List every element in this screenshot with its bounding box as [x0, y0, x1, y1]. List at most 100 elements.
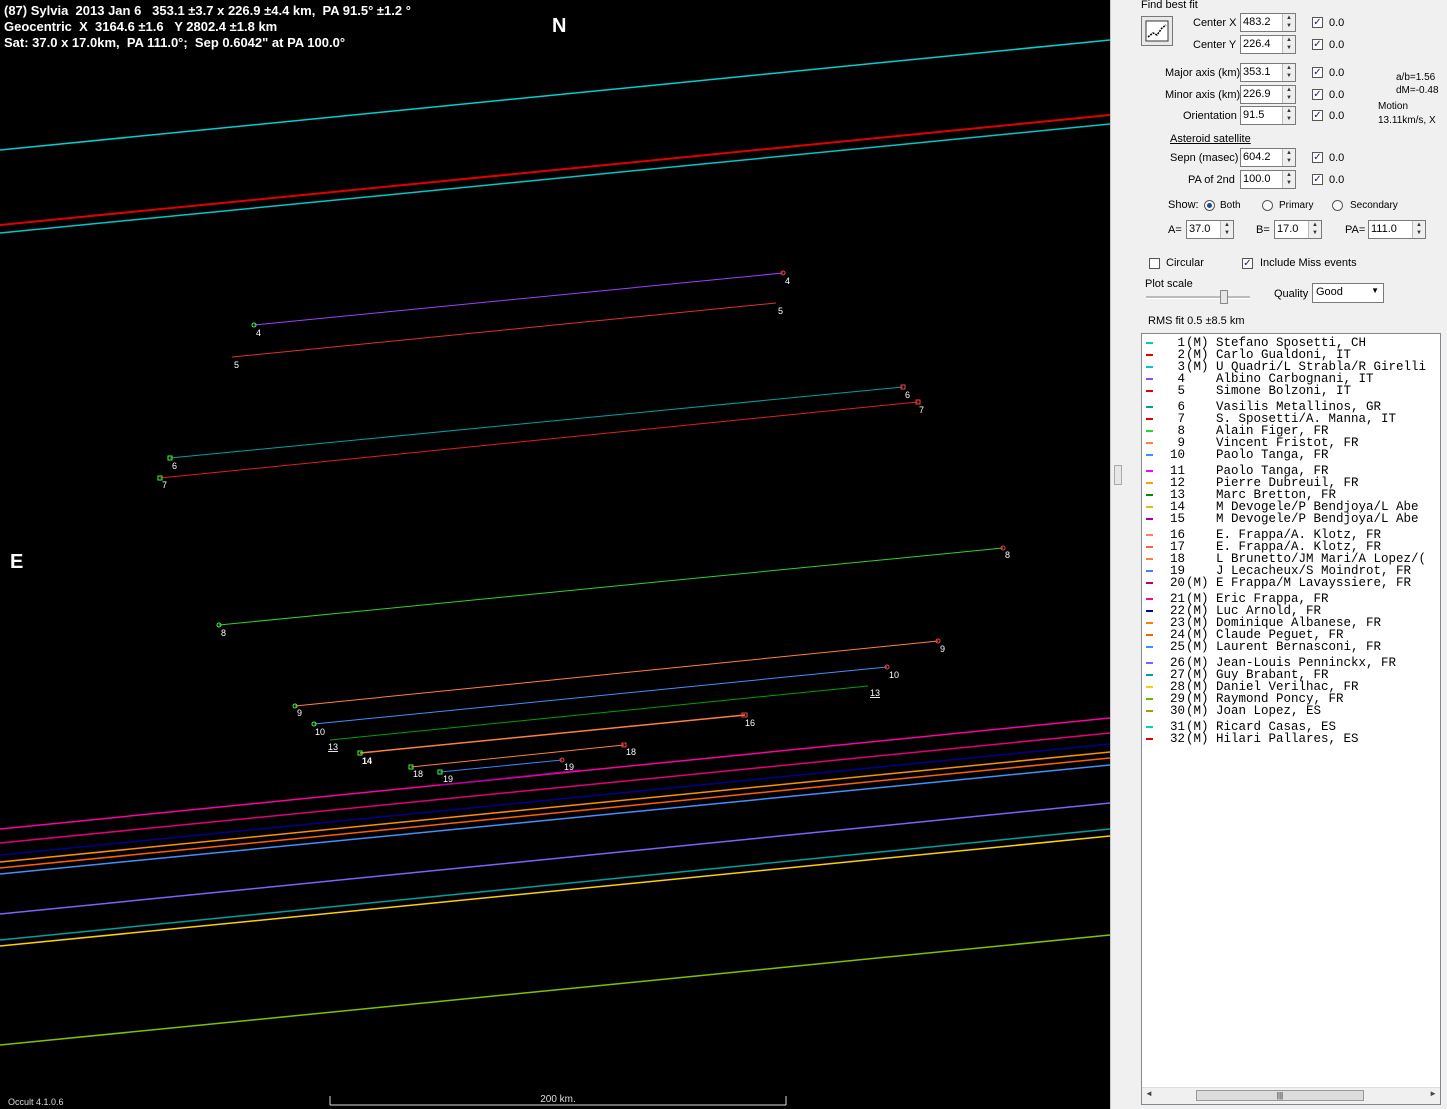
observer-list[interactable]: 1 (M) Stefano Sposetti, CH 2 (M) Carlo Gualdo…	[1141, 333, 1441, 1105]
observer-row-32[interactable]: 32 (M) Hilari Pallares, ES	[1142, 733, 1440, 745]
observer-row-5[interactable]: 5 Simone Bolzoni, IT	[1142, 385, 1440, 397]
major-axis-input[interactable]: 353.1 ▲ ▼	[1240, 63, 1296, 82]
spin-arrows-icon[interactable]: ▲ ▼	[1282, 107, 1295, 124]
panel-splitter[interactable]	[1110, 0, 1139, 1109]
b-input[interactable]: 17.0 ▲ ▼	[1274, 220, 1322, 239]
miss-line-1	[0, 123, 1110, 234]
center-y-checkbox[interactable]: ✓	[1312, 39, 1323, 50]
observer-row-20[interactable]: 20 (M) E Frappa/M Lavayssiere, FR	[1142, 577, 1440, 589]
sepn-label: Sepn (masec)	[1170, 152, 1239, 164]
center-x-input[interactable]: 483.2 ▲ ▼	[1240, 13, 1296, 32]
chord-label-19a: 19	[443, 774, 453, 784]
spin-arrows-icon[interactable]: ▲ ▼	[1282, 36, 1295, 53]
a-input[interactable]: 37.0 ▲ ▼	[1186, 220, 1234, 239]
observer-color-swatch	[1146, 710, 1153, 712]
spin-arrows-icon[interactable]: ▲ ▼	[1282, 171, 1295, 188]
observer-name: Laurent Bernasconi, FR	[1216, 640, 1382, 654]
observer-miss-flag: (M)	[1186, 732, 1209, 746]
plot-scale-thumb[interactable]	[1220, 290, 1228, 304]
rms-fit-label: RMS fit 0.5 ±8.5 km	[1148, 315, 1245, 327]
spin-arrows-icon[interactable]: ▲ ▼	[1412, 221, 1425, 238]
orientation-input[interactable]: 91.5 ▲ ▼	[1240, 106, 1296, 125]
spin-arrows-icon[interactable]: ▲ ▼	[1282, 149, 1295, 166]
observer-row-10[interactable]: 10 Paolo Tanga, FR	[1142, 449, 1440, 461]
observer-color-swatch	[1146, 646, 1153, 648]
sepn-input[interactable]: 604.2 ▲ ▼	[1240, 148, 1296, 167]
spin-arrows-icon[interactable]: ▲ ▼	[1308, 221, 1321, 238]
observer-color-swatch	[1146, 546, 1153, 548]
center-x-checkbox[interactable]: ✓	[1312, 17, 1323, 28]
chord-10: 10 10	[311, 664, 899, 737]
delta-magnitude: dM=-0.48	[1396, 85, 1439, 96]
observer-color-swatch	[1146, 662, 1153, 664]
scroll-left-icon[interactable]: ◄	[1145, 1089, 1153, 1098]
observer-color-swatch	[1146, 534, 1153, 536]
chord-label-18b: 18	[626, 747, 636, 757]
find-best-fit-button[interactable]	[1141, 16, 1173, 46]
show-both-label: Both	[1220, 200, 1241, 211]
center-y-value: 226.4	[1243, 38, 1271, 50]
fit-panel: Find best fit Center X 483.2 ▲ ▼ ✓ 0.0 Cen…	[1138, 0, 1447, 1109]
observer-color-swatch	[1146, 582, 1153, 584]
center-y-input[interactable]: 226.4 ▲ ▼	[1240, 35, 1296, 54]
observer-color-swatch	[1146, 354, 1153, 356]
observer-color-swatch	[1146, 506, 1153, 508]
pa2-value: 100.0	[1243, 173, 1271, 185]
quality-select[interactable]: Good ▼	[1312, 283, 1384, 303]
observer-row-25[interactable]: 25 (M) Laurent Bernasconi, FR	[1142, 641, 1440, 653]
spin-arrows-icon[interactable]: ▲ ▼	[1220, 221, 1233, 238]
observer-number: 5	[1177, 384, 1185, 398]
circular-checkbox[interactable]	[1149, 258, 1160, 269]
version-label: Occult 4.1.0.6	[8, 1097, 64, 1107]
pa2-input[interactable]: 100.0 ▲ ▼	[1240, 170, 1296, 189]
center-x-label: Center X	[1193, 17, 1237, 29]
dropdown-arrow-icon[interactable]: ▼	[1371, 286, 1379, 295]
splitter-grip[interactable]	[1114, 465, 1122, 485]
spin-arrows-icon[interactable]: ▲ ▼	[1282, 86, 1295, 103]
minor-axis-checkbox[interactable]: ✓	[1312, 89, 1323, 100]
chord-label-5b: 5	[778, 306, 783, 316]
plot-satellite: Sat: 37.0 x 17.0km, PA 111.0°; Sep 0.604…	[4, 35, 346, 50]
minor-axis-value: 226.9	[1243, 88, 1271, 100]
spin-arrows-icon[interactable]: ▲ ▼	[1282, 14, 1295, 31]
horizontal-scrollbar[interactable]: ◄ ||| ►	[1142, 1087, 1440, 1104]
observer-name: Hilari Pallares, ES	[1216, 732, 1359, 746]
observer-color-swatch	[1146, 454, 1153, 456]
observer-row-15[interactable]: 15 M Devogele/P Bendjoya/L Abe	[1142, 513, 1440, 525]
chord-label-8a: 8	[221, 628, 226, 638]
orientation-checkbox[interactable]: ✓	[1312, 110, 1323, 121]
observer-number: 10	[1169, 448, 1185, 462]
show-primary-radio[interactable]	[1262, 200, 1273, 211]
pa-input[interactable]: 111.0 ▲ ▼	[1368, 220, 1426, 239]
orientation-delta: 0.0	[1329, 110, 1345, 122]
plot-scale-slider[interactable]	[1146, 290, 1250, 304]
chord-label-10a: 10	[315, 727, 325, 737]
chord-14: 14 16	[357, 712, 755, 766]
minor-axis-input[interactable]: 226.9 ▲ ▼	[1240, 85, 1296, 104]
include-miss-checkbox[interactable]: ✓	[1242, 258, 1253, 269]
b-label: B=	[1256, 224, 1270, 236]
orientation-value: 91.5	[1243, 109, 1265, 121]
chord-label-13b: 13	[870, 688, 880, 698]
pa2-checkbox[interactable]: ✓	[1312, 174, 1323, 185]
occultation-plot[interactable]: 4 4 5 5 6 6 7 7 8 8 9 9 10 10 13 13 14 1…	[0, 0, 1110, 1109]
show-both-radio[interactable]	[1204, 200, 1215, 211]
miss-line-32	[0, 114, 1110, 226]
chord-label-6a: 6	[172, 461, 177, 471]
observer-name: M Devogele/P Bendjoya/L Abe	[1216, 512, 1419, 526]
plot-scale-label: Plot scale	[1145, 278, 1193, 290]
observer-row-30[interactable]: 30 (M) Joan Lopez, ES	[1142, 705, 1440, 717]
observer-color-swatch	[1146, 342, 1153, 344]
east-label: E	[10, 551, 24, 573]
scroll-thumb[interactable]: |||	[1196, 1090, 1364, 1101]
show-secondary-radio[interactable]	[1332, 200, 1343, 211]
miss-line-28	[0, 835, 1110, 947]
observer-number: 32	[1169, 732, 1185, 746]
observer-color-swatch	[1146, 470, 1153, 472]
spin-arrows-icon[interactable]: ▲ ▼	[1282, 64, 1295, 81]
scroll-right-icon[interactable]: ►	[1429, 1089, 1437, 1098]
major-axis-checkbox[interactable]: ✓	[1312, 67, 1323, 78]
sepn-checkbox[interactable]: ✓	[1312, 152, 1323, 163]
chord-label-14a: 14	[362, 756, 372, 766]
observer-miss-flag: (M)	[1186, 576, 1209, 590]
